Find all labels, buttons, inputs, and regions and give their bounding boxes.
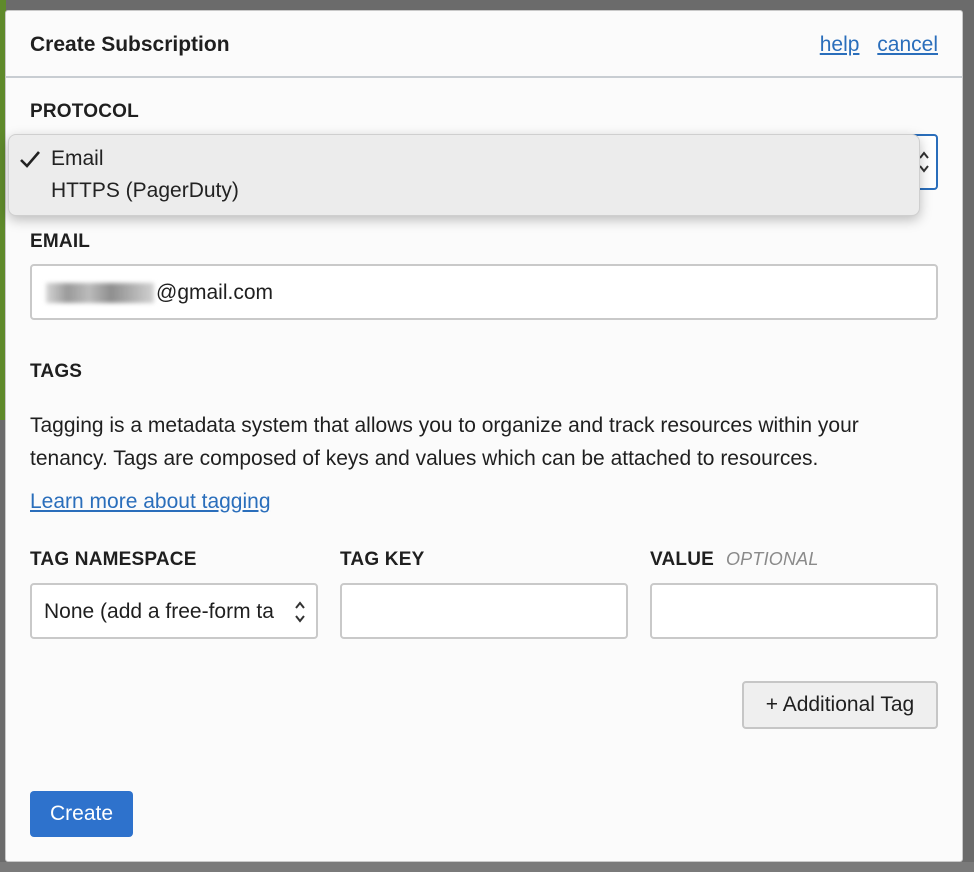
create-button[interactable]: Create: [30, 791, 133, 837]
email-value: @gmail.com: [156, 281, 274, 304]
tags-label: TAGS: [30, 361, 83, 382]
learn-more-tagging-link[interactable]: Learn more about tagging: [30, 490, 271, 514]
redacted-text: [46, 283, 154, 303]
tag-value-label-group: VALUE OPTIONAL: [650, 549, 819, 571]
tag-key-label: TAG KEY: [340, 549, 425, 570]
tag-value-label: VALUE: [650, 549, 714, 570]
tag-key-input[interactable]: [340, 583, 628, 639]
protocol-label: PROTOCOL: [30, 101, 139, 122]
checkmark-icon: [20, 151, 40, 168]
tag-namespace-value: None (add a free-form ta: [44, 600, 274, 623]
dialog-header: Create Subscription help cancel: [6, 11, 962, 78]
tag-value-input[interactable]: [650, 583, 938, 639]
protocol-option-https[interactable]: HTTPS (PagerDuty): [51, 179, 239, 203]
header-links: help cancel: [808, 33, 938, 57]
dialog-title: Create Subscription: [30, 33, 230, 56]
tags-description: Tagging is a metadata system that allows…: [30, 414, 859, 470]
optional-hint: OPTIONAL: [725, 549, 819, 569]
tag-namespace-select[interactable]: None (add a free-form ta: [30, 583, 318, 639]
background-page-footer: [0, 862, 974, 872]
tag-namespace-label: TAG NAMESPACE: [30, 549, 197, 570]
email-label: EMAIL: [30, 231, 91, 252]
help-link[interactable]: help: [820, 33, 860, 56]
cancel-link[interactable]: cancel: [877, 33, 938, 56]
email-field[interactable]: @gmail.com: [30, 264, 938, 320]
create-subscription-dialog: Create Subscription help cancel PROTOCOL…: [5, 10, 963, 862]
additional-tag-button[interactable]: + Additional Tag: [742, 681, 938, 729]
protocol-dropdown-menu: Email HTTPS (PagerDuty): [8, 134, 920, 216]
chevron-up-down-icon: [295, 601, 305, 623]
protocol-option-email[interactable]: Email: [51, 147, 104, 171]
